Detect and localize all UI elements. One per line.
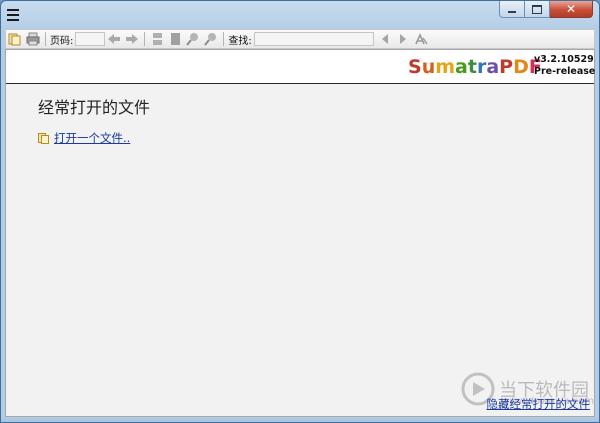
sumatrapdf-logo: SumatraPDF — [408, 56, 542, 78]
open-file-link-label: 打开一个文件.. — [54, 131, 131, 145]
title-bar: ✕ — [1, 1, 599, 21]
logo-letter: a — [455, 56, 468, 78]
continuous-view-button[interactable] — [166, 30, 184, 48]
minimize-button[interactable] — [499, 1, 525, 18]
page-number-input[interactable] — [75, 32, 106, 46]
prev-page-icon — [108, 34, 121, 44]
zoom-out-button[interactable] — [184, 30, 202, 48]
release-type: Pre-release — [534, 66, 596, 77]
minimize-icon — [508, 10, 516, 13]
zoom-out-icon — [186, 33, 199, 46]
match-case-icon — [415, 33, 428, 45]
zoom-in-button[interactable] — [202, 30, 220, 48]
single-page-view-icon — [153, 33, 163, 45]
maximize-button[interactable] — [525, 1, 550, 18]
logo-letter: S — [408, 56, 422, 78]
app-window: ✕ 页码: 查找: SumatraPDF v3.2.10529 Pre-rele… — [0, 0, 600, 423]
logo-letter: t — [467, 56, 477, 78]
toolbar-separator — [144, 32, 146, 46]
find-next-button[interactable] — [394, 30, 412, 48]
toolbar-separator — [223, 32, 225, 46]
start-page: SumatraPDF v3.2.10529 Pre-release 经常打开的文… — [5, 49, 595, 417]
window-bottom-border — [1, 417, 599, 422]
close-button[interactable]: ✕ — [550, 1, 593, 18]
next-page-icon — [126, 34, 139, 44]
next-page-button[interactable] — [123, 30, 141, 48]
find-input[interactable] — [253, 32, 374, 46]
find-prev-icon — [381, 34, 388, 44]
print-button[interactable] — [24, 30, 42, 48]
open-file-link[interactable]: 打开一个文件.. — [38, 130, 130, 146]
find-label: 查找: — [228, 35, 252, 47]
close-icon: ✕ — [565, 2, 577, 16]
zoom-in-icon — [204, 33, 217, 46]
print-icon — [26, 32, 40, 46]
open-document-icon — [38, 133, 49, 144]
logo-letter: m — [435, 56, 456, 78]
match-case-button[interactable] — [412, 30, 430, 48]
toolbar: 页码: 查找: — [5, 29, 595, 49]
page-title: 经常打开的文件 — [38, 98, 151, 117]
open-file-button[interactable] — [6, 30, 24, 48]
menu-icon[interactable] — [7, 9, 19, 21]
logo-letter: P — [499, 56, 514, 78]
toolbar-separator — [45, 32, 46, 46]
page-label: 页码: — [50, 35, 74, 47]
logo-letter: D — [513, 56, 529, 78]
prev-page-button[interactable] — [105, 30, 123, 48]
find-next-icon — [399, 34, 406, 44]
open-file-icon — [8, 33, 21, 46]
hide-frequent-files-link[interactable]: 隐藏经常打开的文件 — [487, 396, 591, 412]
maximize-icon — [532, 4, 542, 14]
logo-letter: r — [476, 56, 487, 78]
version-info: v3.2.10529 Pre-release — [534, 54, 595, 78]
logo-letter: a — [486, 56, 500, 78]
single-page-view-button[interactable] — [148, 30, 166, 48]
caption-buttons: ✕ — [499, 1, 593, 18]
version-number: v3.2.10529 — [534, 54, 594, 65]
find-prev-button[interactable] — [376, 30, 394, 48]
brand-header: SumatraPDF v3.2.10529 Pre-release — [6, 50, 595, 84]
continuous-view-icon — [171, 33, 181, 45]
logo-letter: u — [421, 56, 436, 78]
